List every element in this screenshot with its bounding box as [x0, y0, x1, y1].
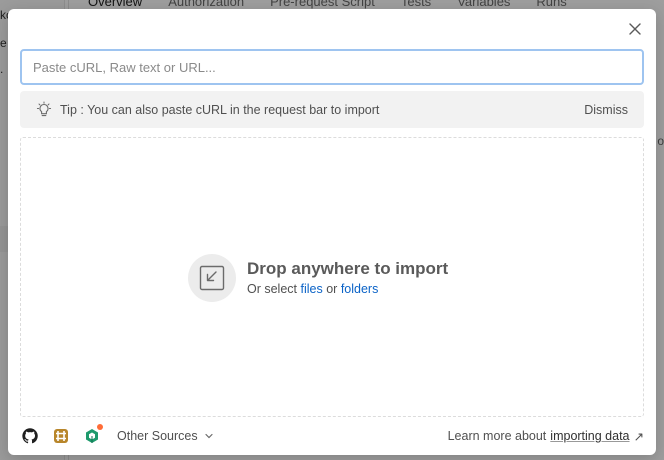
folders-link[interactable]: folders — [341, 282, 379, 296]
importing-data-link[interactable]: importing data — [550, 429, 629, 443]
learn-more-prefix: Learn more about — [447, 429, 547, 443]
select-prefix: Or select — [247, 282, 298, 296]
drop-zone[interactable]: Drop anywhere to import Or select files … — [20, 137, 644, 417]
external-link-icon: ↗ — [633, 429, 644, 444]
tip-banner: Tip : You can also paste cURL in the req… — [20, 91, 644, 128]
close-icon — [629, 23, 641, 35]
import-modal: Tip : You can also paste cURL in the req… — [8, 9, 656, 455]
chevron-down-icon — [204, 433, 213, 439]
dismiss-button[interactable]: Dismiss — [584, 103, 628, 117]
import-icon — [199, 265, 225, 291]
import-icon-container — [188, 254, 236, 302]
close-button[interactable] — [626, 20, 644, 38]
other-sources-dropdown[interactable]: Other Sources — [117, 429, 214, 443]
learn-more: Learn more about importing data ↗ — [448, 429, 644, 444]
drop-title: Drop anywhere to import — [247, 259, 449, 278]
github-source-button[interactable] — [20, 426, 40, 446]
github-icon — [22, 428, 38, 444]
other-sources-label: Other Sources — [117, 429, 198, 443]
notification-dot — [97, 424, 103, 430]
swagger-hub-source-button[interactable] — [51, 426, 71, 446]
lightbulb-icon — [35, 101, 53, 119]
tip-text: Tip : You can also paste cURL in the req… — [60, 102, 380, 117]
drop-subtitle: Or select files or folders — [247, 280, 448, 298]
files-link[interactable]: files — [301, 282, 323, 296]
select-connector: or — [326, 282, 338, 296]
bitbucket-source-button[interactable] — [82, 424, 103, 446]
modal-footer: Other Sources Learn more about importing… — [20, 424, 644, 447]
swagger-hub-icon — [54, 429, 68, 443]
import-input[interactable] — [20, 49, 644, 85]
drop-content: Drop anywhere to import Or select files … — [188, 254, 448, 302]
